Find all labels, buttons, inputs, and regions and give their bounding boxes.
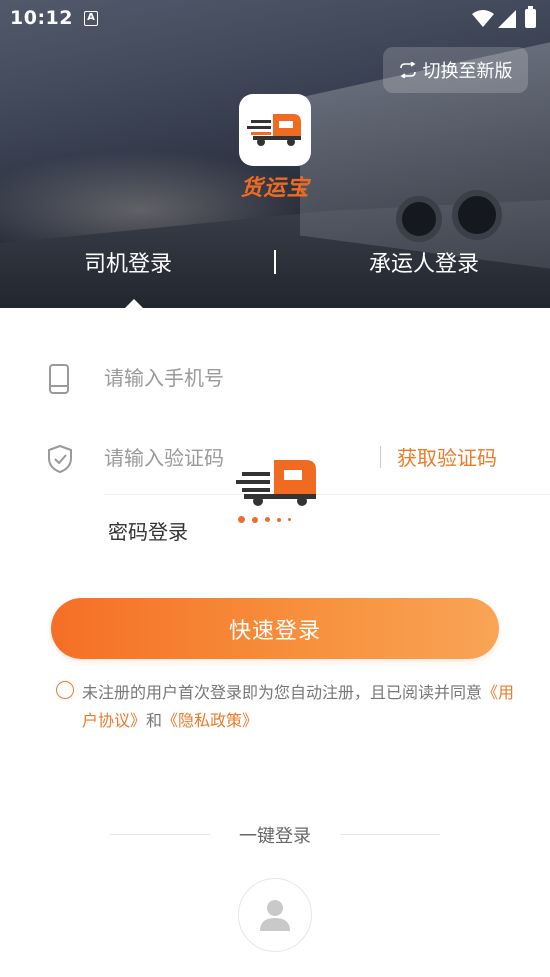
divider-line [340,834,440,835]
privacy-policy-link[interactable]: 《隐私政策》 [162,711,258,730]
agreement-radio[interactable] [56,681,74,699]
loading-dot [288,518,291,521]
loading-dot [265,517,270,522]
get-code-button[interactable]: 获取验证码 [397,442,497,471]
logo-text: 货运宝 [240,176,310,201]
input-underline [104,494,550,495]
user-icon [260,900,290,931]
active-tab-indicator [124,299,144,309]
agreement-and: 和 [146,711,163,730]
banner-wheel [452,190,502,240]
login-tabs: 司机登录 承运人登录 [0,240,550,290]
status-time: 10:12 [10,7,73,29]
verification-code-input[interactable] [104,440,364,476]
one-key-login-label: 一键登录 [239,826,311,847]
tab-driver-login[interactable]: 司机登录 [84,246,172,278]
password-login-link[interactable]: 密码登录 [108,516,188,545]
notification-icon: A [84,11,98,26]
agreement-text: 未注册的用户首次登录即为您自动注册，且已阅读并同意《用户协议》和《隐私政策》 [56,679,526,735]
status-bar: 10:12 A [0,0,550,38]
shield-check-icon [48,444,72,474]
loading-dot [277,517,281,522]
loading-indicator [238,516,291,523]
switch-version-button[interactable]: 切换至新版 [383,47,528,93]
app-logo [239,94,311,166]
agreement-prefix: 未注册的用户首次登录即为您自动注册，且已阅读并同意 [82,683,483,702]
tab-divider [274,250,276,274]
swap-icon [399,62,416,78]
tab-carrier-login[interactable]: 承运人登录 [369,246,479,278]
switch-version-label: 切换至新版 [422,61,513,82]
battery-icon [525,6,536,28]
wifi-icon [472,10,494,27]
loading-truck-icon [236,460,316,506]
signal-icon [498,10,516,28]
quick-login-button[interactable]: 快速登录 [51,598,499,659]
one-key-login-divider: 一键登录 [110,822,440,848]
header-banner: 10:12 A 切换至新版 货运宝 司机登录 承运人登录 [0,0,550,308]
phone-input[interactable] [104,360,364,396]
agreement-block: 未注册的用户首次登录即为您自动注册，且已阅读并同意《用户协议》和《隐私政策》 [56,679,526,735]
one-key-login-button[interactable] [238,878,312,952]
loading-dot [252,516,258,523]
loading-dot [238,516,245,523]
banner-wheel [396,196,442,242]
phone-icon [49,364,69,394]
truck-logo-icon [247,114,301,146]
phone-row [0,348,550,408]
code-divider [380,446,381,468]
